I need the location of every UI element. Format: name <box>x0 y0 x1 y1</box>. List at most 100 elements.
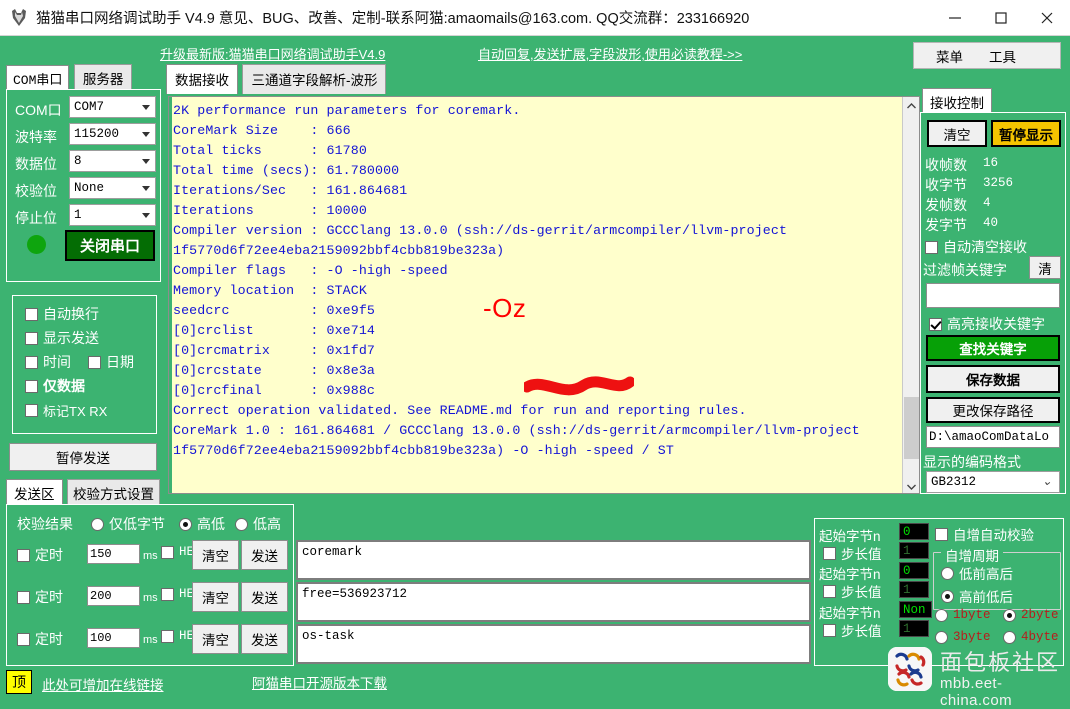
upgrade-link[interactable]: 升级最新版:猫猫串口网络调试助手V4.9 <box>160 44 385 63</box>
baud-rate-select[interactable]: 115200 <box>69 123 156 145</box>
start-byte-1-input[interactable]: 0 <box>899 523 929 540</box>
tab-send-area[interactable]: 发送区 <box>6 479 63 507</box>
timer-2-interval-input[interactable]: 200 <box>87 586 140 606</box>
scroll-up-icon[interactable] <box>903 97 919 114</box>
terminal-scrollbar[interactable] <box>902 97 919 493</box>
checkbox-show-send[interactable]: 显示发送 <box>25 328 99 348</box>
radio-high-first[interactable]: 高前低后 <box>941 586 1013 606</box>
menu-button[interactable]: 菜单 <box>936 46 963 66</box>
save-data-button[interactable]: 保存数据 <box>926 365 1060 393</box>
send-line-1-input[interactable]: coremark <box>296 540 811 580</box>
radio-high-low[interactable]: 高低 <box>179 514 225 534</box>
step-3-label: 步长值 <box>841 624 882 639</box>
checkbox-step-1[interactable]: 步长值 <box>823 543 882 563</box>
clear-2-button[interactable]: 清空 <box>192 582 239 612</box>
step-1-label: 步长值 <box>841 547 882 562</box>
pause-display-button[interactable]: 暂停显示 <box>991 120 1061 147</box>
filter-keyword-input[interactable] <box>926 283 1060 308</box>
receive-control-group: 清空 暂停显示 收帧数 16 收字节 3256 发帧数 4 发字节 40 自动清… <box>920 112 1066 494</box>
send-settings-group: 校验结果 仅低字节 高低 低高 定时 150 ms HEX 清空 发送 定时 2… <box>6 504 294 666</box>
radio-3byte[interactable]: 3byte <box>935 630 991 644</box>
step-2-label: 步长值 <box>841 585 882 600</box>
encoding-select[interactable]: GB2312 ⌄ <box>926 471 1060 493</box>
send-1-button[interactable]: 发送 <box>241 540 288 570</box>
checkbox-timer-2[interactable]: 定时 <box>17 587 63 607</box>
checkbox-mark-txrx[interactable]: 标记TX RX <box>25 401 107 420</box>
stop-bits-select[interactable]: 1 <box>69 204 156 226</box>
scrollbar-thumb[interactable] <box>904 397 919 459</box>
radio-1byte[interactable]: 1byte <box>935 608 991 622</box>
parity-select[interactable]: None <box>69 177 156 199</box>
filter-clear-button[interactable]: 清 <box>1029 256 1061 279</box>
top-badge[interactable]: 顶 <box>6 670 32 694</box>
tab-data-receive[interactable]: 数据接收 <box>166 64 238 94</box>
radio-2byte-label: 2byte <box>1021 608 1059 622</box>
start-byte-3-input[interactable]: Non <box>899 601 932 618</box>
radio-low-high[interactable]: 低高 <box>235 514 281 534</box>
checkbox-data-only[interactable]: 仅数据 <box>25 376 85 396</box>
stat-send-frames-label: 发帧数 <box>925 197 967 213</box>
clear-receive-button[interactable]: 清空 <box>927 120 987 147</box>
com-port-select[interactable]: COM7 <box>69 96 156 118</box>
step-3-input[interactable]: 1 <box>899 620 929 637</box>
find-keyword-button[interactable]: 查找关键字 <box>926 335 1060 361</box>
checkbox-highlight-keyword[interactable]: 高亮接收关键字 <box>929 314 1045 334</box>
close-button[interactable] <box>1024 0 1070 36</box>
tab-com-port[interactable]: COM串口 <box>6 65 70 92</box>
minimize-button[interactable] <box>932 0 978 36</box>
checkbox-timer-3[interactable]: 定时 <box>17 629 63 649</box>
opensource-download-link[interactable]: 阿猫串口开源版本下载 <box>252 672 387 692</box>
radio-1byte-label: 1byte <box>953 608 991 622</box>
radio-4byte[interactable]: 4byte <box>1003 630 1059 644</box>
send-3-button[interactable]: 发送 <box>241 624 288 654</box>
data-bits-select[interactable]: 8 <box>69 150 156 172</box>
checkbox-timer-1[interactable]: 定时 <box>17 545 63 565</box>
pause-send-button[interactable]: 暂停发送 <box>9 443 157 471</box>
checkbox-auto-verify[interactable]: 自增自动校验 <box>935 524 1034 544</box>
encoding-value: GB2312 <box>931 475 977 489</box>
tutorial-link[interactable]: 自动回复,发送扩展,字段波形,使用必读教程->> <box>478 44 742 63</box>
checkbox-step-2[interactable]: 步长值 <box>823 581 882 601</box>
close-port-button[interactable]: 关闭串口 <box>65 230 155 261</box>
step-2-input[interactable]: 1 <box>899 581 929 598</box>
label-parity: 校验位 <box>15 183 57 199</box>
start-byte-2-value: 0 <box>903 563 911 578</box>
radio-2byte[interactable]: 2byte <box>1003 608 1059 622</box>
timer-1-interval-input[interactable]: 150 <box>87 544 140 564</box>
tab-server[interactable]: 服务器 <box>73 64 133 92</box>
watermark-url: mbb.eet-china.com <box>940 675 1012 709</box>
checkbox-auto-clear-receive[interactable]: 自动清空接收 <box>925 237 1027 257</box>
receive-terminal[interactable]: 2K performance run parameters for corema… <box>168 96 920 494</box>
radio-low-byte-only[interactable]: 仅低字节 <box>91 514 165 534</box>
online-link[interactable]: 此处可增加在线链接 <box>42 674 164 694</box>
checkbox-auto-newline-label: 自动换行 <box>43 306 99 322</box>
checkbox-date[interactable]: 日期 <box>88 352 134 372</box>
tab-three-channel[interactable]: 三通道字段解析-波形 <box>242 64 387 94</box>
maximize-button[interactable] <box>978 0 1024 36</box>
save-path-input[interactable]: D:\amaoComDataLo <box>926 426 1060 448</box>
checkbox-data-only-label: 仅数据 <box>43 378 85 394</box>
checkbox-time[interactable]: 时间 <box>25 352 71 372</box>
start-byte-3-value: Non <box>903 602 926 617</box>
change-save-path-button[interactable]: 更改保存路径 <box>926 397 1060 423</box>
checkbox-auto-newline[interactable]: 自动换行 <box>25 304 99 324</box>
clear-3-button[interactable]: 清空 <box>192 624 239 654</box>
label-com-port: COM口 <box>15 102 62 118</box>
timer-3-interval-input[interactable]: 100 <box>87 628 140 648</box>
scroll-down-icon[interactable] <box>903 478 919 493</box>
tab-checksum-settings[interactable]: 校验方式设置 <box>66 479 160 507</box>
terminal-gutter <box>169 97 172 493</box>
label-stopbits: 停止位 <box>15 210 57 226</box>
send-line-2-input[interactable]: free=536923712 <box>296 582 811 622</box>
stat-recv-frames-label: 收帧数 <box>925 157 967 173</box>
clear-1-button[interactable]: 清空 <box>192 540 239 570</box>
start-byte-2-input[interactable]: 0 <box>899 562 929 579</box>
checkbox-step-3[interactable]: 步长值 <box>823 620 882 640</box>
send-line-3-input[interactable]: os-task <box>296 624 811 664</box>
radio-low-first[interactable]: 低前高后 <box>941 563 1013 583</box>
step-1-input[interactable]: 1 <box>899 542 929 559</box>
send-2-button[interactable]: 发送 <box>241 582 288 612</box>
radio-high-low-label: 高低 <box>197 516 225 532</box>
filter-keyword-label: 过滤帧关键字 <box>923 262 1007 278</box>
tools-button[interactable]: 工具 <box>989 46 1016 66</box>
